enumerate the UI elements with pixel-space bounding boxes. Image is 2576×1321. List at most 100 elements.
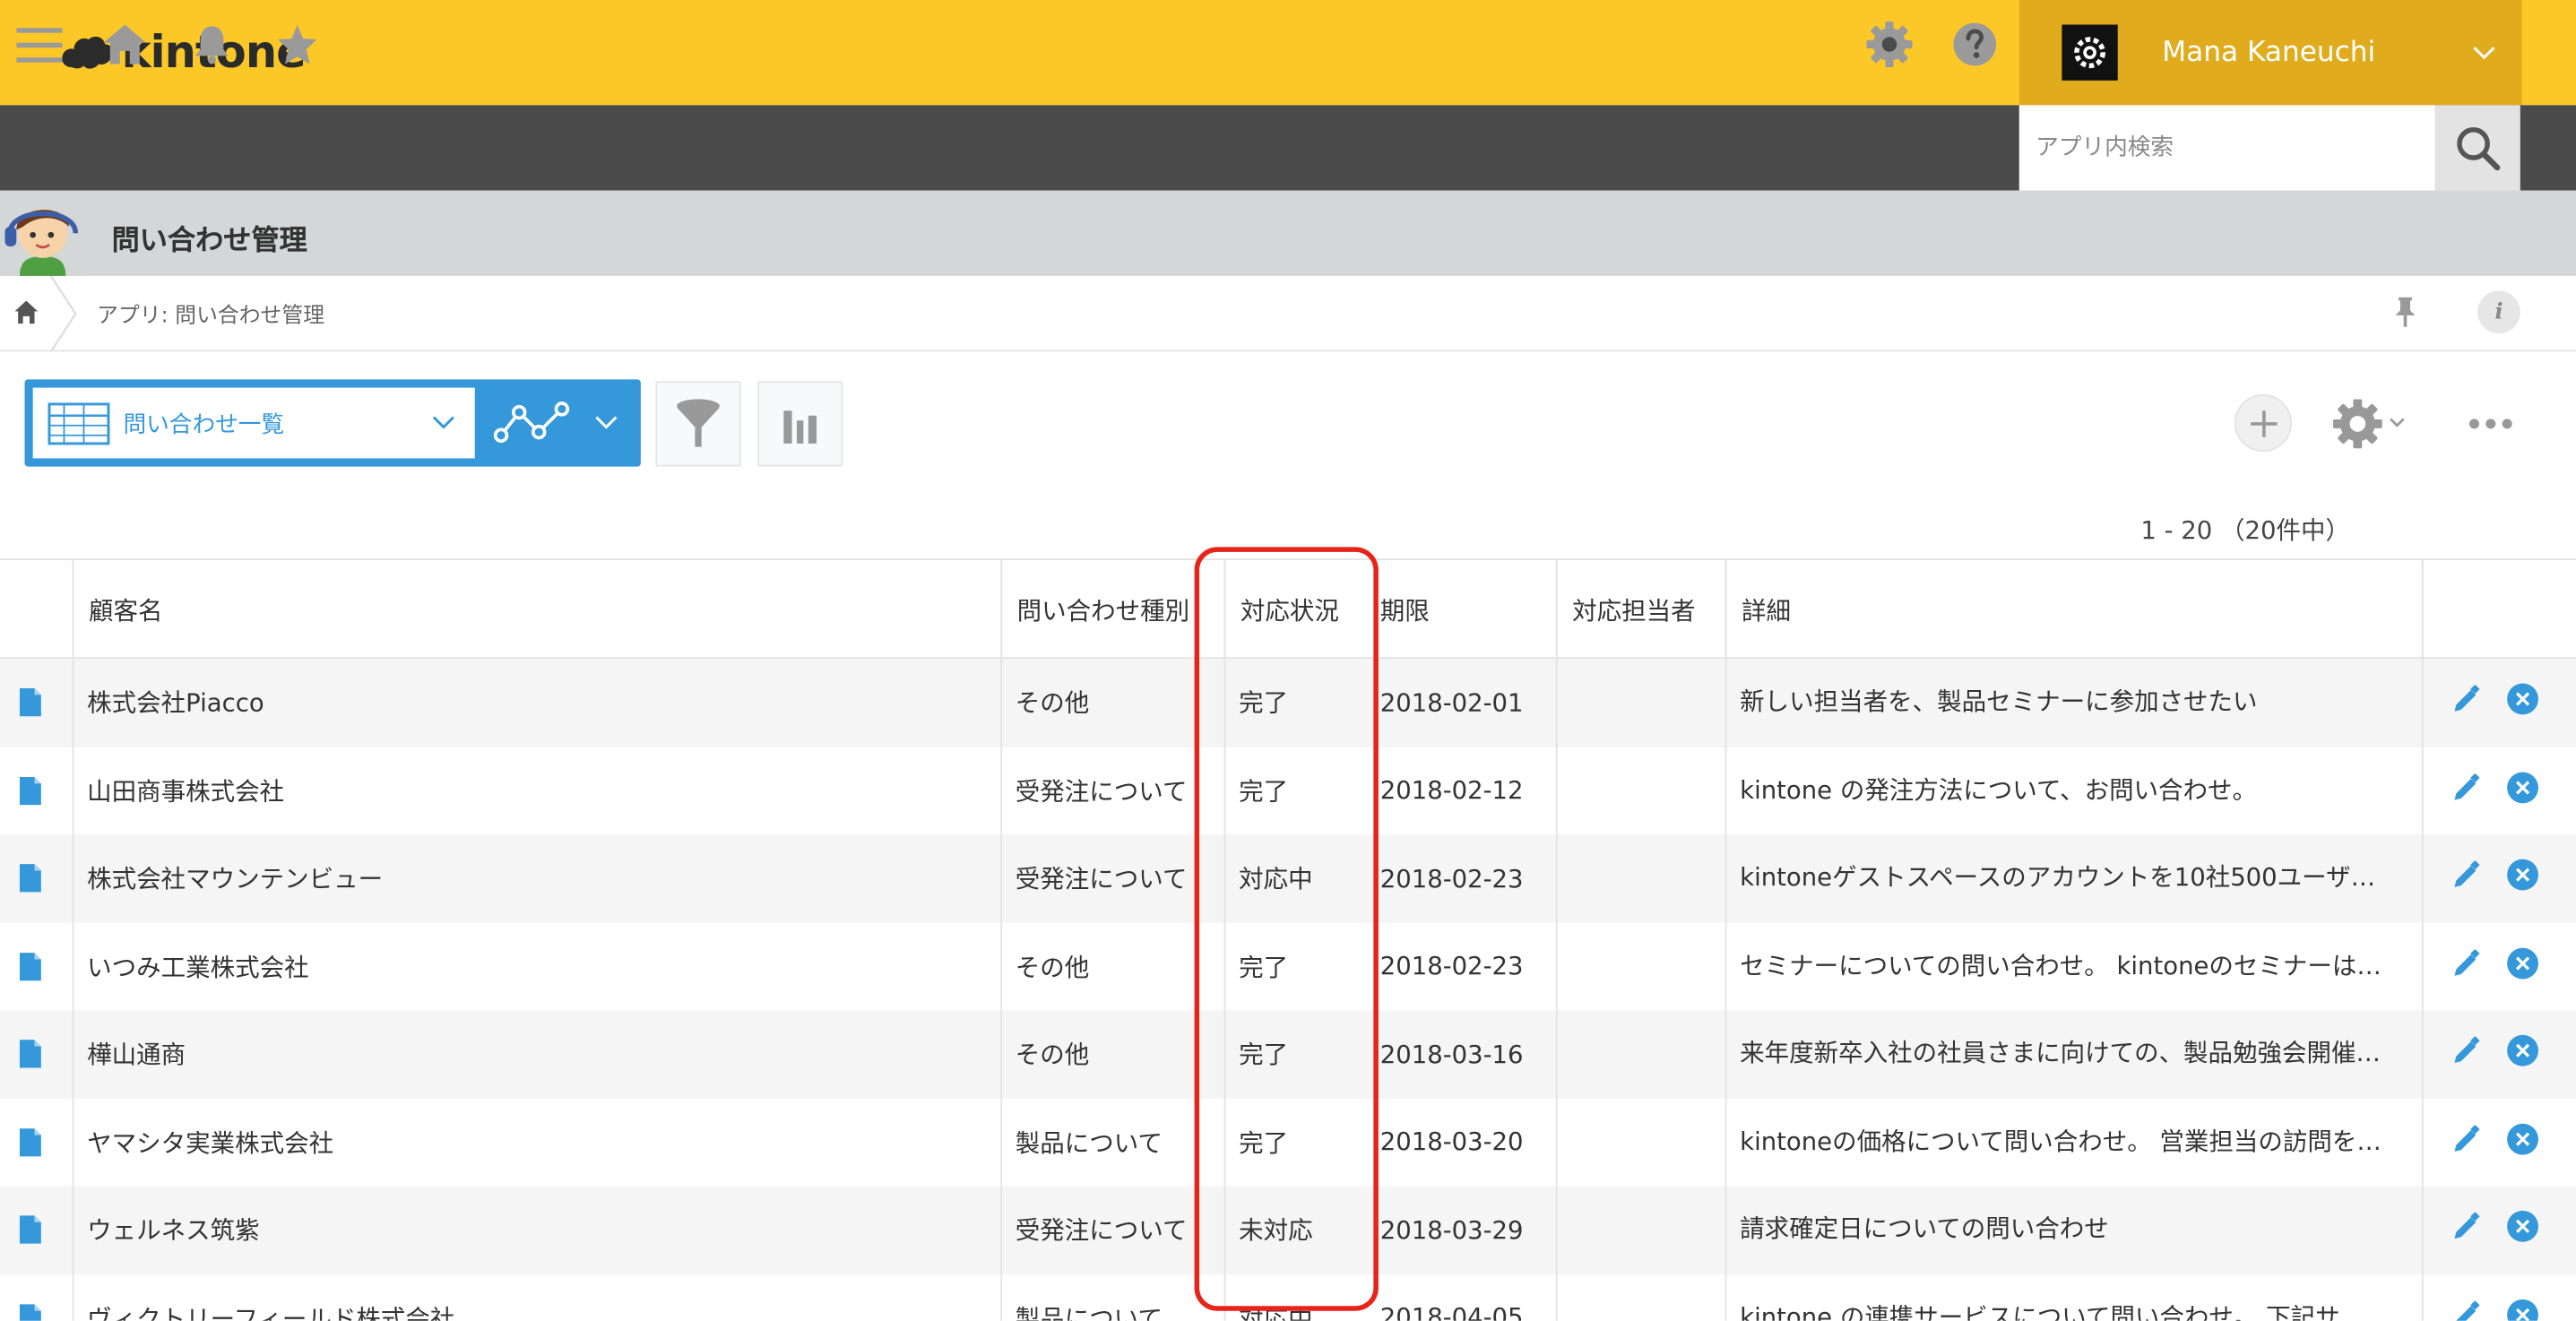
table-row[interactable]: 樺山通商 その他 完了 2018-03-16 来年度新卒入社の社員さまに向けての、製品勉… bbox=[0, 1010, 2576, 1099]
inquiry-type-cell: その他 bbox=[1015, 688, 1090, 719]
gear-icon[interactable] bbox=[1866, 21, 1913, 68]
star-icon[interactable] bbox=[274, 22, 320, 67]
table-row[interactable]: 株式会社Piacco その他 完了 2018-02-01 新しい担当者を、製品セミナーに… bbox=[0, 659, 2576, 747]
column-header-detail[interactable]: 詳細 bbox=[1725, 560, 2422, 660]
assignee-cell bbox=[1556, 922, 1725, 1010]
delete-record-icon[interactable] bbox=[2507, 859, 2538, 891]
edit-pencil-icon[interactable] bbox=[2451, 859, 2481, 896]
status-cell: 完了 bbox=[1239, 776, 1289, 807]
delete-record-icon[interactable] bbox=[2507, 1298, 2538, 1321]
record-document-icon[interactable] bbox=[18, 774, 42, 812]
edit-pencil-icon[interactable] bbox=[2451, 1036, 2481, 1073]
app-info-icon[interactable]: i bbox=[2477, 290, 2520, 334]
table-row[interactable]: いつみ工業株式会社 その他 完了 2018-02-23 セミナーについての問い合わせ。 … bbox=[0, 922, 2576, 1011]
assignee-cell bbox=[1556, 1186, 1725, 1274]
record-document-icon[interactable] bbox=[18, 686, 42, 724]
app-search-box bbox=[2018, 105, 2435, 191]
search-button[interactable] bbox=[2434, 105, 2520, 191]
inquiry-type-cell: 受発注について bbox=[1015, 776, 1188, 807]
table-row[interactable]: 株式会社マウンテンビュー 受発注について 対応中 2018-02-23 kintoneゲ… bbox=[0, 834, 2576, 923]
inquiry-type-cell: 受発注について bbox=[1015, 1215, 1188, 1246]
column-divider bbox=[72, 560, 74, 1321]
edit-pencil-icon[interactable] bbox=[2451, 947, 2481, 985]
assignee-cell bbox=[1556, 834, 1725, 922]
status-cell: 対応中 bbox=[1239, 864, 1313, 894]
customer-name-cell: 樺山通商 bbox=[87, 1040, 186, 1070]
chevron-down-icon bbox=[595, 416, 618, 429]
delete-record-icon[interactable] bbox=[2507, 946, 2538, 979]
table-row[interactable]: ヴィクトリーフィールド株式会社 製品について 対応中 2018-04-05 kinton… bbox=[0, 1274, 2576, 1321]
filter-button[interactable] bbox=[655, 381, 741, 467]
top-bar: kintone Mana Kaneuchi bbox=[0, 0, 2576, 106]
user-menu[interactable]: Mana Kaneuchi bbox=[2018, 0, 2522, 106]
column-header-customer[interactable]: 顧客名 bbox=[72, 560, 1001, 660]
chart-button[interactable] bbox=[757, 381, 843, 467]
bar-chart-icon bbox=[783, 410, 817, 444]
customer-name-cell: いつみ工業株式会社 bbox=[87, 952, 309, 982]
due-date-cell: 2018-02-23 bbox=[1379, 951, 1524, 981]
record-document-icon[interactable] bbox=[18, 1038, 42, 1075]
detail-cell: kintone の発注方法について、お問い合わせ。 bbox=[1740, 774, 2258, 805]
gear-icon bbox=[2074, 37, 2105, 69]
search-input[interactable] bbox=[2018, 105, 2435, 191]
column-header-inquiry-type[interactable]: 問い合わせ種別 bbox=[1000, 560, 1223, 660]
record-document-icon[interactable] bbox=[18, 950, 42, 988]
avatar bbox=[2062, 24, 2118, 81]
more-options-icon[interactable] bbox=[2465, 404, 2518, 444]
column-header-assignee[interactable]: 対応担当者 bbox=[1555, 560, 1725, 660]
record-table: 顧客名 問い合わせ種別 対応状況 期限 対応担当者 詳細 株式会社Piacco そ… bbox=[0, 558, 2576, 1321]
status-cell: 完了 bbox=[1239, 688, 1289, 719]
customer-name-cell: ヤマシタ実業株式会社 bbox=[87, 1127, 334, 1158]
edit-pencil-icon[interactable] bbox=[2451, 684, 2481, 721]
funnel-icon bbox=[677, 399, 720, 447]
plus-icon bbox=[2250, 410, 2277, 436]
detail-cell: 来年度新卒入社の社員さまに向けての、製品勉強会開催… bbox=[1740, 1038, 2382, 1068]
line-graph-icon bbox=[493, 401, 570, 443]
home-icon[interactable] bbox=[102, 22, 148, 67]
breadcrumb-app-link[interactable]: アプリ: 問い合わせ管理 bbox=[97, 298, 324, 328]
user-name: Mana Kaneuchi bbox=[2162, 36, 2376, 69]
record-document-icon[interactable] bbox=[18, 1214, 42, 1252]
app-settings-button[interactable] bbox=[2332, 394, 2406, 452]
customer-name-cell: 株式会社マウンテンビュー bbox=[87, 864, 384, 894]
due-date-cell: 2018-03-20 bbox=[1379, 1127, 1524, 1157]
edit-pencil-icon[interactable] bbox=[2451, 1124, 2481, 1161]
inquiry-type-cell: 製品について bbox=[1015, 1127, 1163, 1158]
kintone-logo[interactable]: kintone bbox=[59, 20, 307, 85]
delete-record-icon[interactable] bbox=[2507, 1122, 2538, 1154]
chevron-down-icon bbox=[432, 416, 454, 429]
edit-pencil-icon[interactable] bbox=[2451, 772, 2481, 808]
table-row[interactable]: 山田商事株式会社 受発注について 完了 2018-02-12 kintone の発注方法… bbox=[0, 747, 2576, 835]
assignee-cell bbox=[1556, 1274, 1725, 1320]
detail-cell: kintoneの価格について問い合わせ。 営業担当の訪問を… bbox=[1740, 1126, 2382, 1156]
edit-pencil-icon[interactable] bbox=[2451, 1212, 2481, 1248]
delete-record-icon[interactable] bbox=[2507, 1034, 2538, 1066]
column-header-due-date[interactable]: 期限 bbox=[1365, 560, 1556, 659]
app-header bbox=[0, 190, 2576, 276]
due-date-cell: 2018-02-12 bbox=[1379, 775, 1524, 806]
table-row[interactable]: ヤマシタ実業株式会社 製品について 完了 2018-03-20 kintoneの価格につ… bbox=[0, 1098, 2576, 1187]
view-dropdown[interactable]: 問い合わせ一覧 bbox=[32, 387, 475, 459]
delete-record-icon[interactable] bbox=[2507, 1210, 2538, 1242]
assignee-cell bbox=[1556, 1098, 1725, 1186]
detail-cell: kintone の連携サービスについて問い合わせ。 下記サ… bbox=[1740, 1301, 2365, 1321]
breadcrumb-home-icon[interactable] bbox=[13, 299, 39, 332]
help-question-icon[interactable] bbox=[1952, 22, 1998, 67]
column-divider bbox=[1555, 560, 1558, 1321]
status-cell: 未対応 bbox=[1239, 1215, 1313, 1246]
delete-record-icon[interactable] bbox=[2507, 771, 2538, 803]
add-record-button[interactable] bbox=[2234, 393, 2293, 453]
graph-view-dropdown[interactable] bbox=[488, 388, 632, 459]
bell-icon[interactable] bbox=[189, 22, 235, 67]
record-document-icon[interactable] bbox=[18, 1302, 42, 1321]
pin-icon[interactable] bbox=[2390, 296, 2420, 335]
record-document-icon[interactable] bbox=[18, 862, 42, 900]
record-document-icon[interactable] bbox=[18, 1127, 42, 1164]
column-header-status[interactable]: 対応状況 bbox=[1223, 560, 1366, 660]
column-divider bbox=[1725, 560, 1727, 1321]
delete-record-icon[interactable] bbox=[2507, 683, 2538, 715]
due-date-cell: 2018-03-16 bbox=[1379, 1039, 1524, 1069]
table-row[interactable]: ウェルネス筑紫 受発注について 未対応 2018-03-29 請求確定日についての問い合… bbox=[0, 1186, 2576, 1274]
hamburger-menu-icon[interactable] bbox=[16, 22, 63, 67]
edit-pencil-icon[interactable] bbox=[2451, 1299, 2481, 1321]
